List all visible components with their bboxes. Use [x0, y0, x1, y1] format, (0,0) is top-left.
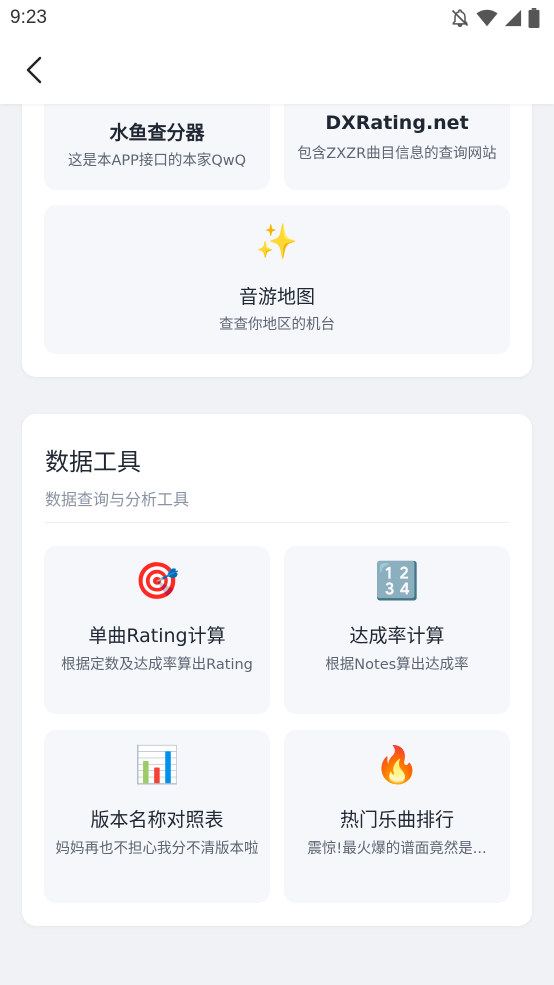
tile-title: 音游地图	[238, 286, 315, 308]
tile-desc: 根据定数及达成率算出Rating	[61, 657, 253, 673]
signal-icon	[504, 9, 522, 27]
tile-desc: 查查你地区的机台	[219, 317, 335, 333]
content-scroll-area[interactable]: 水鱼查分器 这是本APP接口的本家QwQ DXRating.net 包含ZXZR…	[0, 0, 554, 985]
tile-title: 单曲Rating计算	[88, 625, 226, 647]
section-title: 数据工具	[45, 448, 141, 476]
tile-desc: 包含ZXZR曲目信息的查询网站	[297, 146, 497, 162]
chevron-left-icon	[26, 56, 42, 84]
rating-calc-tile[interactable]: 🎯 单曲Rating计算 根据定数及达成率算出Rating	[44, 546, 270, 714]
tile-desc: 震惊!最火爆的谱面竟然是...	[307, 841, 487, 857]
tile-desc: 根据Notes算出达成率	[325, 657, 469, 673]
status-icons	[450, 8, 540, 28]
target-icon: 🎯	[134, 561, 180, 602]
back-button[interactable]	[18, 52, 54, 88]
tile-desc: 这是本APP接口的本家QwQ	[67, 153, 247, 169]
hot-songs-tile[interactable]: 🔥 热门乐曲排行 震惊!最火爆的谱面竟然是...	[284, 730, 510, 903]
battery-icon	[528, 8, 540, 28]
tile-title: 达成率计算	[349, 625, 445, 647]
tile-desc: 妈妈再也不担心我分不清版本啦	[55, 841, 259, 857]
numbers-icon: 🔢	[374, 561, 420, 602]
section-subtitle: 数据查询与分析工具	[45, 490, 190, 509]
version-table-tile[interactable]: 📊 版本名称对照表 妈妈再也不担心我分不清版本啦	[44, 730, 270, 903]
fire-icon: 🔥	[374, 745, 420, 786]
tile-title: DXRating.net	[325, 112, 469, 134]
bar-chart-icon: 📊	[134, 745, 180, 786]
data-tools-card: 数据工具 数据查询与分析工具 🎯 单曲Rating计算 根据定数及达成率算出Ra…	[22, 414, 532, 926]
tile-title: 热门乐曲排行	[339, 809, 454, 831]
tile-title: 版本名称对照表	[90, 809, 224, 831]
sparkles-icon: ✨	[255, 222, 299, 262]
notifications-off-icon	[451, 9, 469, 28]
divider	[45, 522, 509, 523]
achievement-calc-tile[interactable]: 🔢 达成率计算 根据Notes算出达成率	[284, 546, 510, 714]
wifi-icon	[476, 9, 498, 27]
music-map-tile[interactable]: ✨ 音游地图 查查你地区的机台	[44, 205, 510, 354]
top-app-bar	[0, 38, 554, 104]
tile-title: 水鱼查分器	[109, 122, 205, 144]
status-bar: 9:23	[0, 0, 554, 38]
status-time: 9:23	[10, 7, 47, 28]
